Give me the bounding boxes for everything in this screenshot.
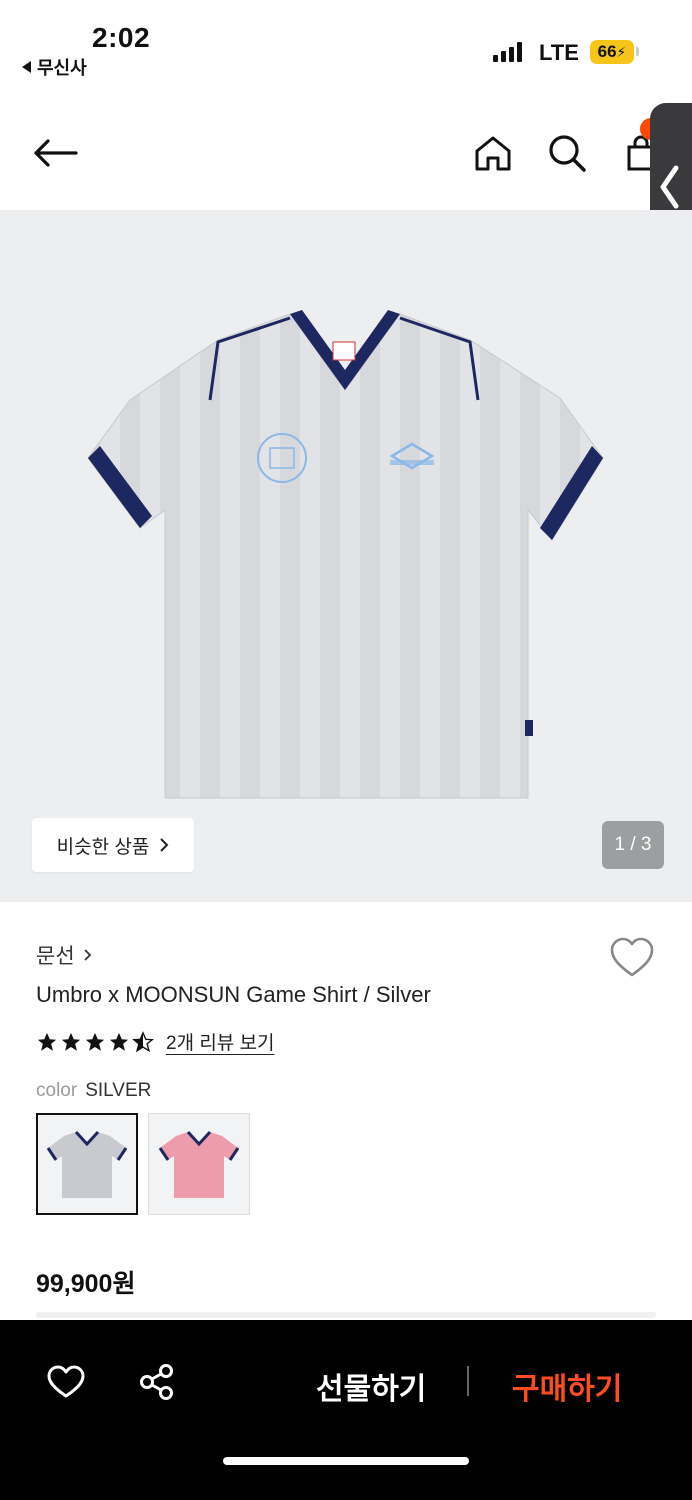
back-app-label: 무신사 xyxy=(37,58,87,78)
search-button[interactable] xyxy=(542,128,592,178)
product-shirt-image xyxy=(87,310,604,799)
color-swatch-pink[interactable] xyxy=(148,1113,250,1215)
back-button[interactable] xyxy=(30,128,80,178)
signal-icon xyxy=(493,42,522,62)
home-button[interactable] xyxy=(468,128,518,178)
network-label: LTE xyxy=(539,40,579,65)
section-divider xyxy=(36,1312,656,1318)
chevron-right-icon xyxy=(84,949,91,961)
search-icon xyxy=(549,135,586,172)
brand-link[interactable]: 문선 xyxy=(36,940,92,970)
color-swatch-silver[interactable] xyxy=(36,1113,138,1215)
chevron-right-icon xyxy=(160,838,169,852)
heart-icon xyxy=(610,937,654,977)
chevron-left-icon xyxy=(660,165,679,209)
brand-name: 문선 xyxy=(36,945,75,968)
wishlist-button[interactable] xyxy=(608,935,656,981)
status-time: 2:02 xyxy=(92,22,151,53)
shirt-thumbnail-pink xyxy=(158,1130,240,1198)
image-page-indicator: 1 / 3 xyxy=(602,821,664,869)
battery-level: 66 xyxy=(597,42,617,61)
charging-bolt-icon: ⚡ xyxy=(616,43,627,60)
back-triangle-icon xyxy=(22,61,31,73)
star-icon xyxy=(109,1032,129,1051)
similar-products-label: 비슷한 상품 xyxy=(56,836,150,858)
shirt-thumbnail-silver xyxy=(46,1130,128,1198)
color-label-key: color xyxy=(36,1080,78,1101)
product-image-gallery[interactable]: 비슷한 상품 1 / 3 xyxy=(0,210,692,902)
heart-icon xyxy=(47,1365,85,1398)
status-bar: 2:02 무신사 LTE 66 ⚡ xyxy=(0,0,692,90)
back-arrow-icon xyxy=(34,139,78,167)
star-rating xyxy=(36,1030,154,1053)
bottom-action-bar: 선물하기 구매하기 xyxy=(0,1320,692,1500)
back-to-app-link[interactable]: 무신사 xyxy=(22,54,87,80)
top-nav-bar xyxy=(0,100,692,210)
review-link[interactable]: 2개 리뷰 보기 xyxy=(166,1028,275,1055)
star-icon xyxy=(61,1032,81,1051)
gift-button[interactable]: 선물하기 xyxy=(316,1364,426,1408)
button-separator xyxy=(467,1366,469,1396)
share-icon xyxy=(140,1364,173,1400)
similar-products-button[interactable]: 비슷한 상품 xyxy=(32,818,194,872)
color-option-label: color SILVER xyxy=(36,1080,151,1102)
half-star-icon xyxy=(132,1030,154,1052)
share-button[interactable] xyxy=(135,1360,179,1404)
product-price: 99,900원 xyxy=(36,1270,136,1298)
battery-icon: 66 ⚡ xyxy=(590,40,634,64)
home-icon xyxy=(475,136,511,171)
product-title: Umbro x MOONSUN Game Shirt / Silver xyxy=(36,982,431,1007)
battery-tip xyxy=(636,47,639,56)
bottom-wishlist-button[interactable] xyxy=(44,1360,88,1404)
rating-row: 2개 리뷰 보기 xyxy=(36,1028,275,1055)
color-label-value: SILVER xyxy=(85,1080,152,1101)
star-icon xyxy=(37,1032,57,1051)
home-indicator[interactable] xyxy=(223,1457,469,1465)
buy-button[interactable]: 구매하기 xyxy=(512,1364,622,1408)
star-icon xyxy=(85,1032,105,1051)
